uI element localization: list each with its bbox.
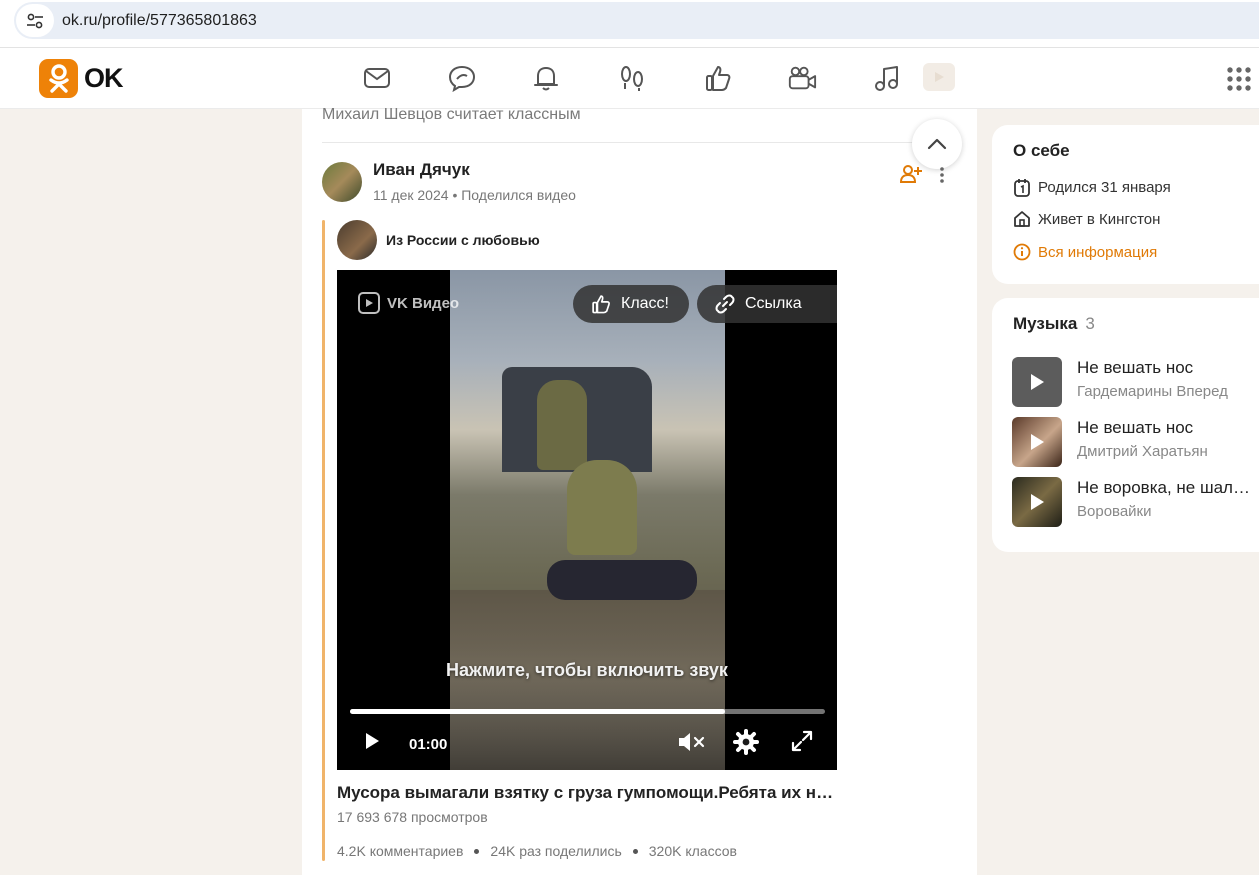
ok-logo[interactable]: OK: [39, 59, 123, 98]
video-link-button[interactable]: Ссылка: [697, 285, 837, 323]
track-title[interactable]: Не вешать нос: [1077, 418, 1252, 438]
vk-video-logo-icon: [358, 292, 380, 314]
music-count: 3: [1085, 314, 1095, 333]
ok-logo-icon: [39, 59, 78, 98]
browser-address-bar: ok.ru/profile/577365801863: [0, 0, 1259, 48]
unmute-hint[interactable]: Нажмите, чтобы включить звук: [337, 660, 837, 681]
more-options-icon[interactable]: [938, 166, 946, 184]
video-play-icon[interactable]: [923, 63, 955, 91]
apps-grid-icon[interactable]: [1226, 66, 1252, 92]
shares-count[interactable]: 24K раз поделились: [490, 843, 621, 859]
music-note-icon[interactable]: [872, 63, 902, 93]
previous-feed-item-text[interactable]: Михаил Шевцов считает классным: [322, 106, 581, 124]
video-views: 17 693 678 просмотров: [337, 809, 488, 825]
video-class-button[interactable]: Класс!: [573, 285, 689, 323]
post-meta: 11 дек 2024 • Поделился видео: [373, 187, 576, 203]
music-title[interactable]: Музыка 3: [1013, 314, 1095, 334]
ok-logo-text: OK: [84, 63, 123, 93]
about-title: О себе: [1013, 141, 1070, 160]
gear-icon: [733, 729, 759, 755]
site-settings-icon[interactable]: [16, 4, 54, 37]
stats-separator: [474, 848, 480, 854]
track-title[interactable]: Не вешать нос: [1077, 358, 1252, 378]
shared-content-bar: [322, 220, 325, 861]
stats-separator: [632, 848, 638, 854]
music-card: Музыка 3 Не вешать нос Гардемарины Вперед…: [992, 298, 1259, 552]
post-date: 11 дек 2024: [373, 187, 449, 203]
speaker-muted-icon: [679, 733, 705, 751]
thumbs-up-icon: [592, 295, 610, 314]
birthday-text: Родился 31 января: [1038, 178, 1171, 196]
all-info-link[interactable]: Вся информация: [1012, 242, 1157, 262]
video-scene-figure: [537, 380, 587, 470]
play-icon: [366, 733, 379, 749]
video-controls-shade: [337, 670, 837, 770]
link-icon: [715, 294, 735, 314]
meta-separator: •: [452, 187, 458, 203]
post-stats: 4.2K комментариев 24K раз поделились 320…: [337, 843, 737, 859]
track-play-button[interactable]: [1012, 417, 1062, 467]
play-button[interactable]: [359, 728, 385, 754]
track-artist[interactable]: Дмитрий Харатьян: [1077, 443, 1252, 460]
mail-icon[interactable]: [362, 63, 392, 93]
author-avatar[interactable]: [322, 162, 362, 202]
settings-button[interactable]: [732, 728, 760, 756]
video-progress-bar[interactable]: [350, 709, 825, 714]
footprints-icon[interactable]: [617, 63, 647, 93]
fullscreen-icon: [791, 730, 813, 752]
info-icon: [1012, 242, 1032, 262]
video-progress-fill: [350, 709, 726, 714]
track-artist[interactable]: Гардемарины Вперед: [1077, 383, 1252, 400]
url-text[interactable]: ok.ru/profile/577365801863: [62, 12, 257, 30]
location-text: Живет в Кингстон: [1038, 210, 1161, 228]
feed-column: Михаил Шевцов считает классным Иван Дячу…: [302, 106, 977, 875]
scroll-to-top-button[interactable]: [912, 119, 962, 169]
play-icon: [1031, 374, 1044, 390]
about-card: О себе Родился 31 января Живет в Кингсто…: [992, 125, 1259, 284]
all-info-text[interactable]: Вся информация: [1038, 244, 1157, 261]
music-track[interactable]: Не вешать нос Дмитрий Харатьян: [1012, 417, 1252, 467]
track-title[interactable]: Не воровка, не шалава: [1077, 478, 1252, 498]
track-play-button[interactable]: [1012, 477, 1062, 527]
likes-count[interactable]: 320K классов: [649, 843, 737, 859]
video-scene-figure: [547, 560, 697, 600]
music-track[interactable]: Не вешать нос Гардемарины Вперед: [1012, 357, 1252, 407]
location-row: Живет в Кингстон: [1012, 209, 1160, 229]
video-player[interactable]: VK Видео Класс! Ссылка Нажмите, чтобы вк…: [337, 270, 837, 770]
video-link-label: Ссылка: [745, 295, 802, 312]
top-navigation: OK: [0, 48, 1259, 109]
vk-video-brand: VK Видео: [358, 292, 459, 314]
url-field[interactable]: ok.ru/profile/577365801863: [14, 2, 1259, 39]
group-avatar[interactable]: [337, 220, 377, 260]
home-icon: [1012, 209, 1032, 229]
video-scene-figure: [567, 460, 637, 555]
group-name[interactable]: Из России с любовью: [386, 232, 540, 248]
fullscreen-button[interactable]: [789, 728, 815, 754]
add-friend-icon[interactable]: [899, 164, 922, 184]
vk-video-brand-text: VK Видео: [387, 294, 460, 312]
music-track[interactable]: Не воровка, не шалава Воровайки: [1012, 477, 1252, 527]
chat-icon[interactable]: [447, 63, 477, 93]
video-title[interactable]: Мусора вымагали взятку с груза гумпомощи…: [337, 783, 837, 803]
music-title-text: Музыка: [1013, 314, 1078, 333]
play-icon: [1031, 434, 1044, 450]
post-author-name[interactable]: Иван Дячук: [373, 160, 470, 180]
post-action: Поделился видео: [461, 187, 576, 203]
video-camera-icon[interactable]: [787, 63, 817, 93]
bell-icon[interactable]: [531, 63, 561, 93]
track-artist[interactable]: Воровайки: [1077, 503, 1252, 520]
birthday-row: Родился 31 января: [1012, 177, 1171, 197]
mute-button[interactable]: [677, 728, 707, 756]
calendar-icon: [1012, 177, 1032, 197]
video-time: 01:00: [409, 736, 448, 753]
comments-count[interactable]: 4.2K комментариев: [337, 843, 463, 859]
thumbs-up-icon[interactable]: [703, 63, 733, 93]
track-play-button[interactable]: [1012, 357, 1062, 407]
video-class-label: Класс!: [621, 295, 669, 312]
chevron-up-icon: [927, 138, 947, 150]
feed-divider: [322, 142, 957, 143]
play-icon: [1031, 494, 1044, 510]
